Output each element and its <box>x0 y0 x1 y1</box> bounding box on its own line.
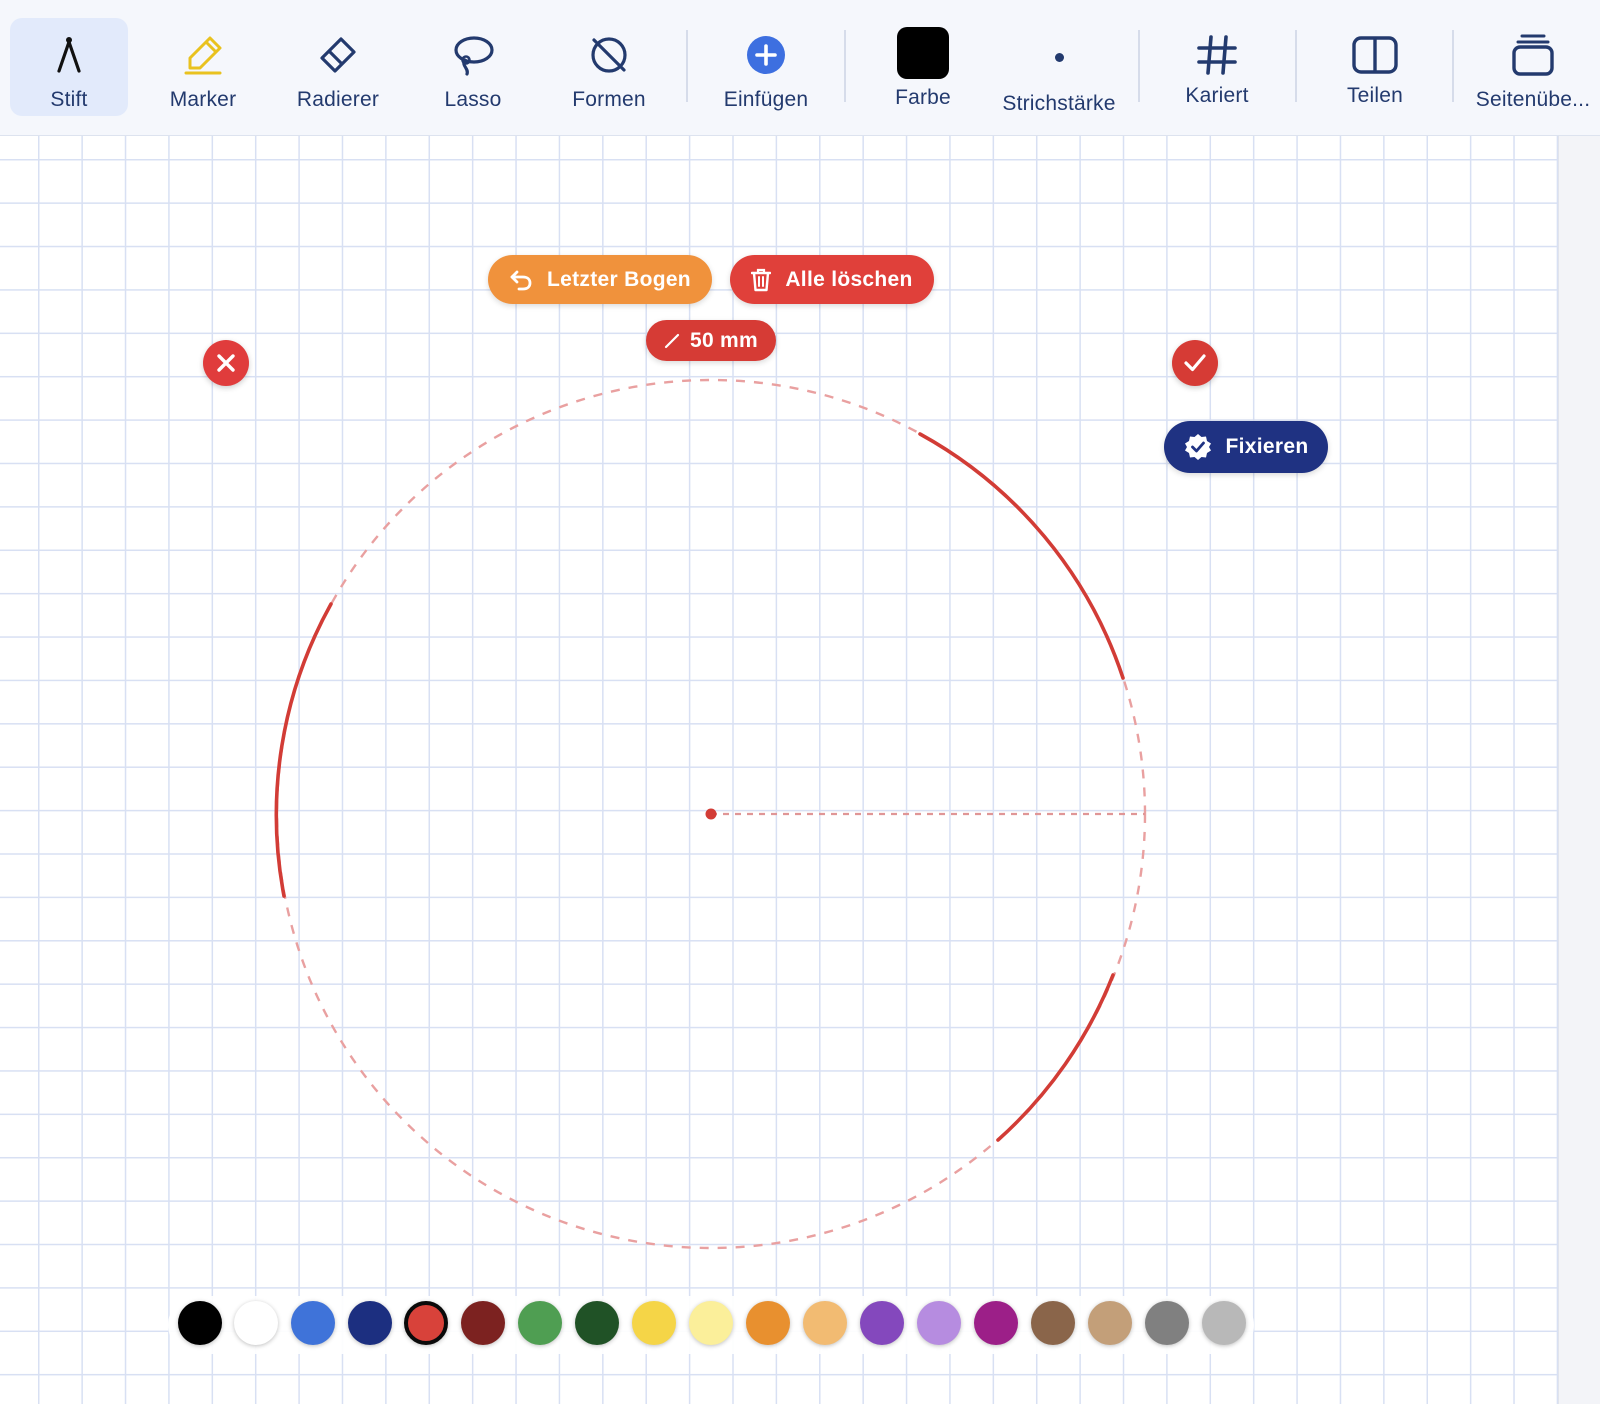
color-swatch-red[interactable] <box>404 1301 448 1345</box>
tool-label: Seitenübe... <box>1475 88 1591 111</box>
toolbar-separator <box>686 30 688 102</box>
toolbar-separator <box>1295 30 1297 102</box>
tool-label: Strichstärke <box>1002 92 1116 115</box>
tool-label: Farbe <box>895 86 951 109</box>
color-swatch-light-gray[interactable] <box>1202 1301 1246 1345</box>
close-icon <box>215 352 237 374</box>
tool-strichstaerke[interactable]: Strichstärke <box>996 18 1122 116</box>
color-swatch-brown[interactable] <box>1031 1301 1075 1345</box>
plus-circle-icon <box>745 30 787 80</box>
fix-compass-label: Fixieren <box>1225 435 1309 458</box>
tool-label: Einfügen <box>723 88 809 111</box>
cancel-compass-button[interactable] <box>203 340 249 386</box>
color-swatch-yellow[interactable] <box>632 1301 676 1345</box>
tool-lasso[interactable]: Lasso <box>420 18 526 116</box>
tool-label: Lasso <box>444 88 502 111</box>
color-palette <box>168 1296 1254 1354</box>
tool-label: Radierer <box>296 88 380 111</box>
color-swatch-magenta[interactable] <box>974 1301 1018 1345</box>
stacked-pages-icon <box>1512 30 1554 80</box>
color-swatch-gray[interactable] <box>1145 1301 1189 1345</box>
color-swatch-tan[interactable] <box>1088 1301 1132 1345</box>
compass-icon <box>53 30 85 80</box>
highlighter-icon <box>182 30 224 80</box>
tool-stift[interactable]: Stift <box>10 18 128 116</box>
stroke-dot-icon <box>1054 32 1064 82</box>
trash-icon <box>751 268 772 292</box>
undo-last-arc-label: Letzter Bogen <box>547 267 691 291</box>
tool-seitenuebersicht[interactable]: Seitenübe... <box>1470 18 1596 116</box>
drawing-canvas[interactable] <box>0 136 1558 1404</box>
radius-line-icon <box>664 333 680 349</box>
clear-all-label: Alle löschen <box>785 267 913 291</box>
checkmark-icon <box>1183 352 1207 374</box>
confirm-compass-button[interactable] <box>1172 340 1218 386</box>
color-swatch-light-yellow[interactable] <box>689 1301 733 1345</box>
color-swatch-orange[interactable] <box>746 1301 790 1345</box>
tool-kariert[interactable]: Kariert <box>1164 18 1270 116</box>
tool-label: Marker <box>169 88 237 111</box>
lasso-icon <box>451 30 495 80</box>
color-swatch-navy[interactable] <box>348 1301 392 1345</box>
shapes-off-icon <box>587 30 631 80</box>
tool-marker[interactable]: Marker <box>150 18 256 116</box>
color-swatch-white[interactable] <box>234 1301 278 1345</box>
eraser-icon <box>317 30 359 80</box>
undo-last-arc-button[interactable]: Letzter Bogen <box>488 255 712 304</box>
tool-label: Teilen <box>1346 84 1404 107</box>
color-swatch-black[interactable] <box>178 1301 222 1345</box>
tool-teilen[interactable]: Teilen <box>1322 18 1428 116</box>
color-swatch-light-orange[interactable] <box>803 1301 847 1345</box>
tool-label: Formen <box>572 88 646 111</box>
toolbar-separator <box>1452 30 1454 102</box>
toolbar-separator <box>844 30 846 102</box>
tool-label: Stift <box>50 88 88 111</box>
radius-value: 50 mm <box>689 328 759 352</box>
undo-icon <box>509 269 533 291</box>
color-square-icon <box>897 26 949 80</box>
clear-all-button[interactable]: Alle löschen <box>730 255 934 304</box>
grid-hash-icon <box>1196 30 1238 80</box>
fix-compass-button[interactable]: Fixieren <box>1164 421 1328 473</box>
verified-badge-icon <box>1184 433 1212 461</box>
tool-einfuegen[interactable]: Einfügen <box>708 18 824 116</box>
radius-badge: 50 mm <box>646 320 776 361</box>
split-view-icon <box>1352 30 1398 80</box>
tool-formen[interactable]: Formen <box>556 18 662 116</box>
color-swatch-dark-red[interactable] <box>461 1301 505 1345</box>
toolbar: Stift Marker Radierer Lasso Formen Einfü… <box>0 0 1600 136</box>
color-swatch-purple[interactable] <box>860 1301 904 1345</box>
tool-farbe[interactable]: Farbe <box>870 18 976 116</box>
page-side-strip <box>1558 136 1600 1404</box>
toolbar-separator <box>1138 30 1140 102</box>
tool-radierer[interactable]: Radierer <box>285 18 391 116</box>
color-swatch-blue[interactable] <box>291 1301 335 1345</box>
tool-label: Kariert <box>1185 84 1249 107</box>
color-swatch-dark-green[interactable] <box>575 1301 619 1345</box>
color-swatch-lavender[interactable] <box>917 1301 961 1345</box>
color-swatch-green[interactable] <box>518 1301 562 1345</box>
